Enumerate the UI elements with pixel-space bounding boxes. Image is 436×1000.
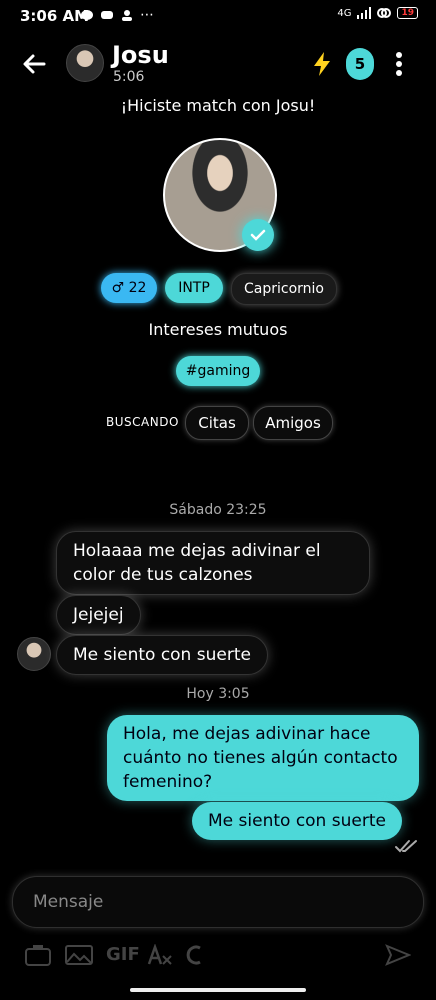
person-icon <box>122 10 132 21</box>
date-separator: Hoy 3:05 <box>186 686 250 702</box>
message-placeholder: Mensaje <box>33 892 104 912</box>
gallery-icon[interactable] <box>65 944 93 966</box>
mbti-chip: INTP <box>165 273 223 303</box>
battery-level: 19 <box>397 7 418 19</box>
status-system-icons: 4G 19 <box>337 7 418 19</box>
send-icon[interactable] <box>385 944 411 966</box>
zodiac-chip: Capricornio <box>231 273 337 305</box>
match-title: ¡Hiciste match con Josu! <box>120 96 316 115</box>
date-separator: Sábado 23:25 <box>169 502 267 518</box>
message-outgoing[interactable]: Hola, me dejas adivinar hace cuánto no t… <box>107 715 419 801</box>
camera-icon[interactable] <box>25 944 51 966</box>
interests-title: Intereses mutuos <box>148 320 288 339</box>
gif-icon[interactable]: GIF <box>106 944 140 966</box>
more-vertical-icon[interactable] <box>392 51 406 77</box>
count-badge[interactable]: 5 <box>346 48 374 80</box>
message-incoming[interactable]: Jejejej <box>56 595 141 635</box>
home-indicator[interactable] <box>130 988 306 992</box>
message-avatar[interactable] <box>17 637 51 671</box>
link-icon <box>377 8 392 18</box>
header-avatar[interactable] <box>66 44 104 82</box>
lightning-icon[interactable] <box>310 50 334 78</box>
age-chip: ♂ 22 <box>101 273 157 303</box>
looking-chip-friends: Amigos <box>253 406 333 440</box>
read-receipt-icon <box>395 840 417 853</box>
discord-icon <box>101 11 113 19</box>
messenger-icon <box>81 10 93 20</box>
contact-subtitle: 5:06 <box>113 69 145 85</box>
looking-chip-dates: Citas <box>185 406 249 440</box>
message-outgoing[interactable]: Me siento con suerte <box>192 802 402 840</box>
message-incoming[interactable]: Me siento con suerte <box>56 635 268 675</box>
status-time: 3:06 AM <box>20 7 90 25</box>
network-type: 4G <box>337 7 352 19</box>
looking-label: BUSCANDO <box>106 415 179 429</box>
message-incoming[interactable]: Holaaaa me dejas adivinar el color de tu… <box>56 531 370 595</box>
translate-icon[interactable] <box>147 944 173 966</box>
sticker-icon[interactable] <box>186 944 204 966</box>
interest-chip: #gaming <box>176 356 260 386</box>
signal-icon <box>357 7 372 19</box>
more-notifications-icon: ⋯ <box>140 7 154 23</box>
verified-check-icon <box>242 219 274 251</box>
contact-name[interactable]: Josu <box>112 41 169 69</box>
status-notification-icons: ⋯ <box>80 7 154 23</box>
back-arrow-icon[interactable] <box>20 50 48 78</box>
